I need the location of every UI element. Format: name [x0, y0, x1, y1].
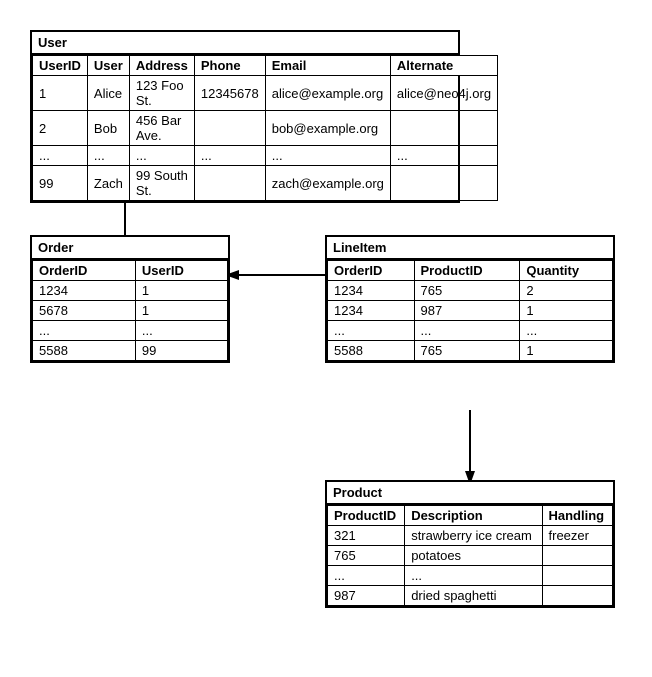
table-cell: 99 South St. [129, 166, 194, 201]
table-cell: ... [129, 146, 194, 166]
table-row: .................. [33, 146, 498, 166]
table-cell: ... [520, 321, 613, 341]
table-cell: ... [390, 146, 497, 166]
table-cell: 1 [520, 301, 613, 321]
lineitem-col-quantity: Quantity [520, 261, 613, 281]
table-cell: Alice [87, 76, 129, 111]
table-cell: ... [328, 566, 405, 586]
table-cell: ... [33, 146, 88, 166]
table-row: 56781 [33, 301, 228, 321]
lineitem-col-orderid: OrderID [328, 261, 415, 281]
user-table: User UserID User Address Phone Email Alt… [30, 30, 460, 203]
table-cell: 1234 [33, 281, 136, 301]
table-cell: 765 [414, 341, 520, 361]
table-cell: 1 [135, 301, 227, 321]
table-cell: strawberry ice cream [405, 526, 542, 546]
order-table: Order OrderID UserID 1234156781......558… [30, 235, 230, 363]
table-cell: 1 [33, 76, 88, 111]
table-cell: 12345678 [194, 76, 265, 111]
product-table-title: Product [327, 482, 613, 505]
table-row: ...... [33, 321, 228, 341]
table-row: 99Zach99 South St. zach@example.org [33, 166, 498, 201]
table-cell: ... [265, 146, 390, 166]
user-col-user: User [87, 56, 129, 76]
table-cell: Bob [87, 111, 129, 146]
order-col-userid: UserID [135, 261, 227, 281]
table-cell [194, 166, 265, 201]
table-cell: 5678 [33, 301, 136, 321]
table-row: 765potatoes [328, 546, 613, 566]
user-col-email: Email [265, 56, 390, 76]
table-cell: ... [87, 146, 129, 166]
lineitem-table: LineItem OrderID ProductID Quantity 1234… [325, 235, 615, 363]
table-cell: ... [135, 321, 227, 341]
table-cell [542, 546, 613, 566]
table-cell: 2 [33, 111, 88, 146]
table-row: 558899 [33, 341, 228, 361]
table-cell: alice@neo4j.org [390, 76, 497, 111]
table-cell: 765 [328, 546, 405, 566]
table-cell: alice@example.org [265, 76, 390, 111]
table-cell: 5588 [328, 341, 415, 361]
table-cell: 2 [520, 281, 613, 301]
table-cell: bob@example.org [265, 111, 390, 146]
table-row: ......... [328, 321, 613, 341]
table-cell [390, 111, 497, 146]
user-col-phone: Phone [194, 56, 265, 76]
table-cell: 456 Bar Ave. [129, 111, 194, 146]
table-cell: ... [194, 146, 265, 166]
table-row: 12347652 [328, 281, 613, 301]
table-cell: 321 [328, 526, 405, 546]
product-col-productid: ProductID [328, 506, 405, 526]
table-cell: ... [328, 321, 415, 341]
table-cell: 1234 [328, 281, 415, 301]
table-row: ...... [328, 566, 613, 586]
table-cell: freezer [542, 526, 613, 546]
table-cell: 987 [414, 301, 520, 321]
order-table-title: Order [32, 237, 228, 260]
table-row: 12349871 [328, 301, 613, 321]
table-cell: potatoes [405, 546, 542, 566]
table-row: 987dried spaghetti [328, 586, 613, 606]
table-cell: 987 [328, 586, 405, 606]
lineitem-table-title: LineItem [327, 237, 613, 260]
table-cell: ... [414, 321, 520, 341]
diagram: User UserID User Address Phone Email Alt… [20, 20, 632, 657]
table-cell: 1 [520, 341, 613, 361]
table-cell [542, 566, 613, 586]
table-cell: 5588 [33, 341, 136, 361]
table-cell: 123 Foo St. [129, 76, 194, 111]
user-table-title: User [32, 32, 458, 55]
table-row: 55887651 [328, 341, 613, 361]
table-cell: 99 [135, 341, 227, 361]
user-col-alternate: Alternate [390, 56, 497, 76]
table-cell: Zach [87, 166, 129, 201]
table-row: 12341 [33, 281, 228, 301]
table-row: 2Bob456 Bar Ave. bob@example.org [33, 111, 498, 146]
product-col-handling: Handling [542, 506, 613, 526]
table-cell [194, 111, 265, 146]
table-cell: 1234 [328, 301, 415, 321]
product-table: Product ProductID Description Handling 3… [325, 480, 615, 608]
table-cell [542, 586, 613, 606]
table-cell: 1 [135, 281, 227, 301]
table-cell [390, 166, 497, 201]
product-col-description: Description [405, 506, 542, 526]
order-col-orderid: OrderID [33, 261, 136, 281]
table-row: 321strawberry ice creamfreezer [328, 526, 613, 546]
table-cell: 99 [33, 166, 88, 201]
table-cell: ... [33, 321, 136, 341]
table-cell: zach@example.org [265, 166, 390, 201]
table-row: 1Alice123 Foo St.12345678alice@example.o… [33, 76, 498, 111]
table-cell: dried spaghetti [405, 586, 542, 606]
lineitem-col-productid: ProductID [414, 261, 520, 281]
table-cell: ... [405, 566, 542, 586]
user-col-userid: UserID [33, 56, 88, 76]
table-cell: 765 [414, 281, 520, 301]
user-col-address: Address [129, 56, 194, 76]
